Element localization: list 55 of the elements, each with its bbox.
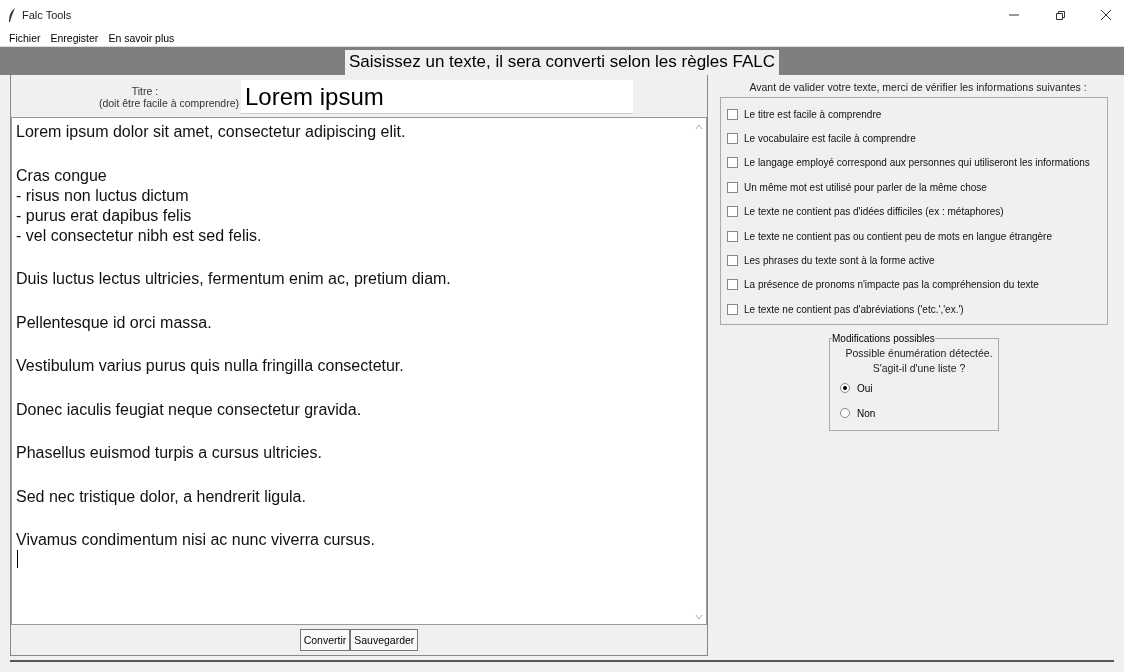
checkbox[interactable] [727,133,738,145]
restore-icon[interactable] [1054,9,1066,21]
checklist-intro: Avant de valider votre texte, merci de vérifier les informations suivantes : [749,81,1087,93]
checkbox[interactable] [727,279,738,291]
checkbox-label: Le texte ne contient pas d'abréviations ('etc.','ex.') [744,303,964,315]
checkbox[interactable] [727,230,738,242]
checkbox-label: Les phrases du texte sont à la forme active [744,255,935,267]
feather-icon [8,8,16,22]
title-hint: (doit être facile à comprendre) [98,97,239,109]
detection-message: Possible énumération détectée. [844,345,994,361]
checkbox-label: Le langage employé correspond aux personnes qui utiliseront les informations [744,157,1090,169]
action-button[interactable]: Sauvegarder [350,629,419,651]
text-line: Pellentesque id orci massa. [16,312,212,333]
menu-item[interactable]: Enregister [50,32,99,44]
checkbox-label: Le texte ne contient pas ou contient peu de mots en langue étrangère [744,230,1052,242]
text-line: Phasellus euismod turpis a cursus ultricies. [16,443,322,463]
checkbox-label: La présence de pronoms n'impacte pas la compréhension du texte [744,279,1039,291]
text-line: Duis luctus lectus ultricies, fermentum enim ac, pretium diam. [16,269,451,289]
radio-label: Non [857,407,876,419]
checkbox[interactable] [727,303,738,315]
question-text: S'agit-il d'une liste ? [871,360,967,376]
checkbox-label: Le texte ne contient pas d'idées difficiles (ex : métaphores) [744,206,1004,218]
text-line: Vestibulum varius purus quis nulla fringilla consectetur. [16,356,404,376]
checkbox-label: Le vocabulaire est facile à comprendre [744,133,916,145]
text-line: Lorem ipsum dolor sit amet, consectetur adipiscing elit. [16,122,406,142]
menu-item[interactable]: En savoir plus [108,32,175,44]
checkbox-label: Le titre est facile à comprendre [744,108,882,120]
text-line: Cras congue [16,165,107,186]
checkbox[interactable] [727,157,738,169]
title-input[interactable]: Lorem ipsum [241,80,633,114]
text-line: - risus non luctus dictum [16,185,189,206]
close-icon[interactable] [1100,9,1112,21]
text-line: - purus erat dapibus felis [16,205,192,226]
text-line: Donec iaculis feugiat neque consectetur gravida. [16,399,362,420]
radio-button[interactable] [840,383,850,393]
scroll-down-icon[interactable] [695,614,703,620]
radio-label: Oui [857,382,873,394]
text-cursor [17,550,18,568]
text-line: Vivamus condimentum nisi ac nunc viverra cursus. [16,530,375,550]
title-label: Titre : [130,85,159,97]
window-title: Falc Tools [22,9,72,21]
menu-item[interactable]: Fichier [9,32,41,44]
text-line: Sed nec tristique dolor, a hendrerit ligula. [16,486,306,507]
radio-button[interactable] [840,408,850,418]
checkbox[interactable] [727,206,738,218]
checkbox[interactable] [727,181,738,193]
text-editor[interactable] [11,117,707,625]
scroll-up-icon[interactable] [695,124,703,130]
checkbox-label: Un même mot est utilisé pour parler de la même chose [744,181,987,193]
checkbox[interactable] [727,108,738,120]
checkbox[interactable] [727,255,738,267]
text-line: - vel consectetur nibh est sed felis. [16,225,262,246]
group-legend: Modifications possibles [832,332,935,344]
action-button[interactable]: Convertir [299,629,351,651]
header-text: Saisissez un texte, il sera converti selon les règles FALC [344,50,780,75]
